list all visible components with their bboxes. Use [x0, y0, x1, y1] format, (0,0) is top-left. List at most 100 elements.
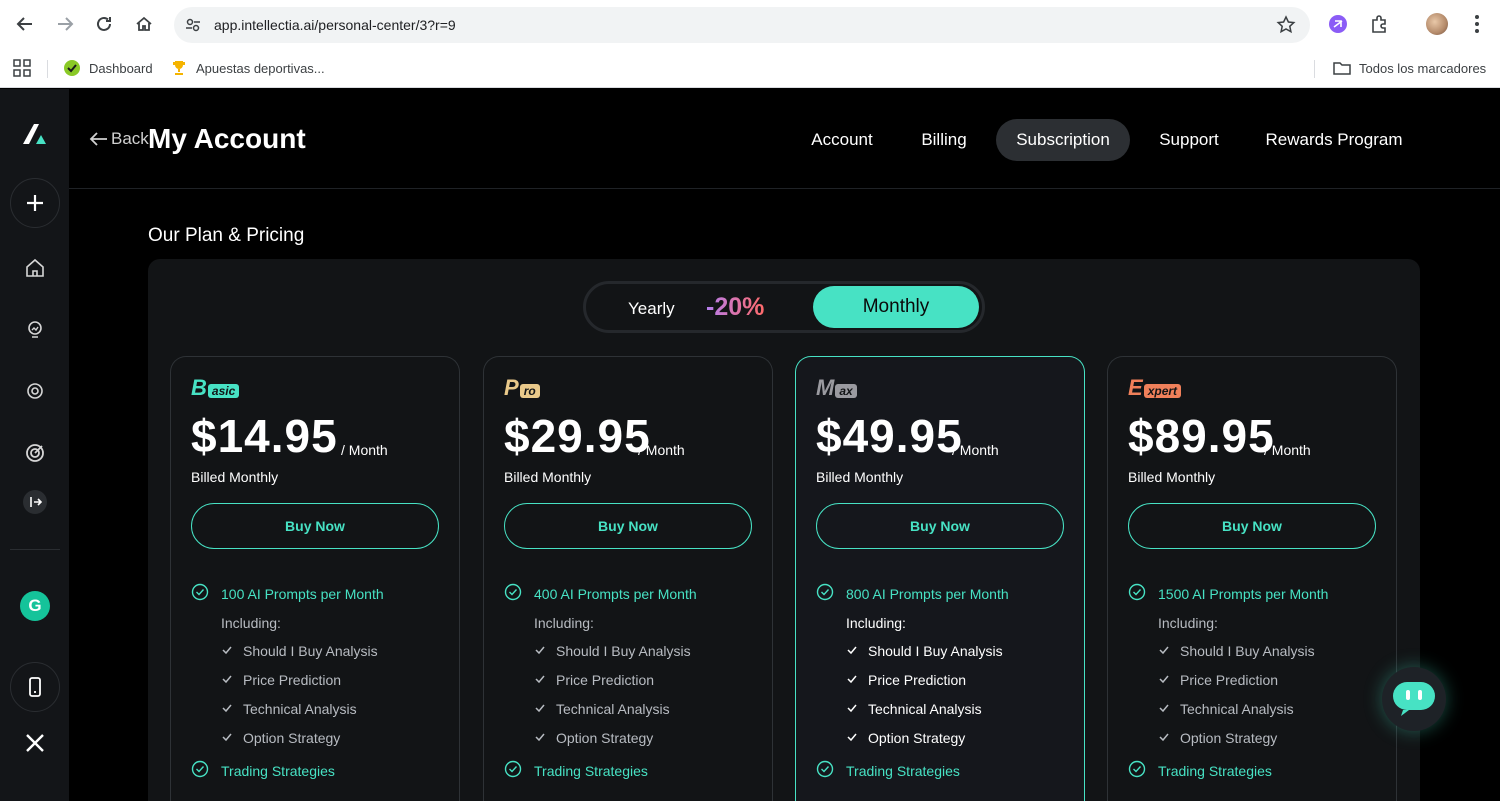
extension-purple-icon[interactable]: [1327, 13, 1349, 35]
chat-bot-icon: [1393, 682, 1435, 716]
logo-icon[interactable]: [10, 109, 60, 159]
check-circle-icon: [1128, 760, 1146, 781]
check-circle-icon: [816, 760, 834, 781]
address-bar[interactable]: app.intellectia.ai/personal-center/3?r=9: [174, 7, 1310, 43]
plan-price: $29.95: [504, 410, 651, 462]
sidebar: G: [0, 89, 69, 801]
section-title: Our Plan & Pricing: [148, 225, 305, 246]
including-label: Including:: [221, 615, 281, 631]
toggle-monthly[interactable]: Monthly: [813, 286, 979, 328]
checkmark-icon: [1158, 643, 1170, 659]
folder-icon: [1333, 62, 1351, 75]
price-period: / Month: [952, 442, 999, 458]
extensions-puzzle-icon[interactable]: [1368, 13, 1390, 35]
plan-feature-item: Option Strategy: [1158, 730, 1277, 746]
dashboard-favicon-icon: [64, 60, 80, 76]
bookmark-dashboard[interactable]: Dashboard: [63, 57, 153, 79]
prompts-label: 1500 AI Prompts per Month: [1158, 585, 1329, 602]
app-root: G Back My Account Account Billing Subscr…: [0, 89, 1500, 801]
plan-feature-label: Price Prediction: [868, 672, 967, 688]
plan-feature-label: Should I Buy Analysis: [1180, 643, 1315, 659]
tab-account[interactable]: Account: [793, 119, 891, 161]
radar-icon[interactable]: [10, 428, 60, 478]
plan-feature-item: Should I Buy Analysis: [534, 643, 691, 659]
tab-rewards-program[interactable]: Rewards Program: [1249, 119, 1419, 161]
bookmarks-separator: [1314, 60, 1315, 78]
x-icon[interactable]: [10, 718, 60, 768]
check-circle-icon: [504, 583, 522, 604]
chat-assistant-button[interactable]: [1382, 667, 1446, 731]
prompts-feature: 400 AI Prompts per Month: [504, 583, 697, 604]
plan-badge-initial: M: [816, 375, 835, 400]
check-circle-icon: [191, 583, 209, 604]
checkmark-icon: [221, 730, 233, 746]
plan-card: Pro $29.95/ Month Billed Monthly Buy Now 400…: [483, 356, 773, 801]
plan-feature-label: Technical Analysis: [556, 701, 670, 717]
trading-strategies-feature: Trading Strategies: [191, 760, 335, 781]
yearly-discount-badge: -20%: [706, 293, 765, 321]
including-label: Including:: [846, 615, 906, 631]
browser-menu-icon[interactable]: [1466, 13, 1488, 35]
back-link[interactable]: Back: [89, 129, 149, 149]
prompts-feature: 100 AI Prompts per Month: [191, 583, 384, 604]
bookmarks-separator: [47, 60, 48, 78]
billing-note: Billed Monthly: [1128, 469, 1216, 485]
bookmark-star-icon[interactable]: [1276, 15, 1296, 35]
prompts-label: 400 AI Prompts per Month: [534, 585, 697, 602]
toggle-yearly[interactable]: Yearly: [628, 299, 675, 319]
mobile-icon[interactable]: [10, 662, 60, 712]
checkmark-icon: [221, 672, 233, 688]
home-icon[interactable]: [10, 243, 60, 293]
tab-subscription[interactable]: Subscription: [996, 119, 1130, 161]
price-period: / Month: [1264, 442, 1311, 458]
checkmark-icon: [1158, 701, 1170, 717]
all-bookmarks-folder[interactable]: Todos los marcadores: [1333, 57, 1486, 79]
buy-now-button[interactable]: Buy Now: [1128, 503, 1376, 549]
forward-arrow-icon[interactable]: [53, 12, 77, 36]
bookmark-apuestas[interactable]: Apuestas deportivas...: [170, 57, 325, 79]
plan-feature-label: Technical Analysis: [868, 701, 982, 717]
browser-toolbar: app.intellectia.ai/personal-center/3?r=9: [0, 0, 1500, 48]
plan-feature-label: Price Prediction: [243, 672, 342, 688]
grammarly-letter: G: [20, 591, 50, 621]
trading-strategies-feature: Trading Strategies: [816, 760, 960, 781]
idea-icon[interactable]: [10, 305, 60, 355]
trophy-icon: [173, 61, 185, 75]
plan-feature-item: Price Prediction: [846, 672, 966, 688]
home-browser-icon[interactable]: [132, 12, 156, 36]
buy-now-button[interactable]: Buy Now: [191, 503, 439, 549]
check-circle-icon: [504, 760, 522, 781]
check-circle-icon: [1128, 583, 1146, 604]
url-text: app.intellectia.ai/personal-center/3?r=9: [214, 17, 456, 33]
grammarly-icon[interactable]: G: [10, 581, 60, 631]
target-icon[interactable]: [10, 366, 60, 416]
all-bookmarks-label: Todos los marcadores: [1359, 60, 1487, 76]
buy-now-button[interactable]: Buy Now: [504, 503, 752, 549]
plan-feature-item: Technical Analysis: [534, 701, 670, 717]
site-settings-icon[interactable]: [182, 14, 204, 36]
checkmark-icon: [534, 701, 546, 717]
expand-icon[interactable]: [10, 477, 60, 527]
trading-strategies-feature: Trading Strategies: [1128, 760, 1272, 781]
tab-support[interactable]: Support: [1145, 119, 1233, 161]
billing-period-toggle[interactable]: Yearly -20% Monthly: [583, 281, 985, 333]
plan-feature-item: Price Prediction: [1158, 672, 1278, 688]
bookmark-label: Dashboard: [89, 60, 153, 76]
plan-badge-rest: xpert: [1143, 384, 1182, 398]
apps-grid-icon[interactable]: [13, 57, 31, 79]
plan-feature-label: Option Strategy: [868, 730, 966, 746]
plan-feature-item: Should I Buy Analysis: [221, 643, 378, 659]
plan-feature-label: Should I Buy Analysis: [556, 643, 691, 659]
plan-badge-initial: P: [504, 375, 519, 400]
plan-badge: Expert: [1128, 375, 1182, 399]
reload-icon[interactable]: [92, 12, 116, 36]
add-icon[interactable]: [10, 178, 60, 228]
tab-billing[interactable]: Billing: [905, 119, 983, 161]
buy-now-button[interactable]: Buy Now: [816, 503, 1064, 549]
plan-feature-item: Option Strategy: [846, 730, 965, 746]
plan-badge: Max: [816, 375, 857, 399]
back-arrow-icon[interactable]: [13, 12, 37, 36]
back-arrow-icon: [89, 132, 107, 146]
plan-feature-label: Option Strategy: [556, 730, 654, 746]
profile-avatar[interactable]: [1426, 13, 1448, 35]
